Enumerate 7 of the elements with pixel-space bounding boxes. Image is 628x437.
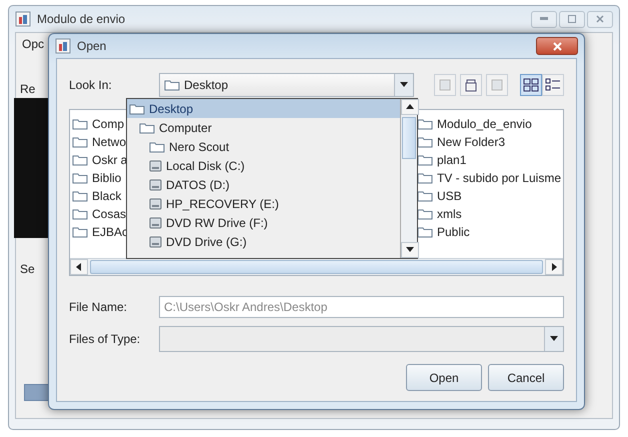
dialog-title: Open xyxy=(77,39,106,53)
files-of-type-label: Files of Type: xyxy=(69,332,142,346)
window-title: Modulo de envio xyxy=(37,12,126,26)
look-in-label: Look In: xyxy=(69,78,113,92)
file-name-label: File Name: xyxy=(69,300,128,314)
side-label: Re xyxy=(20,82,36,96)
side-label: Se xyxy=(20,262,35,276)
